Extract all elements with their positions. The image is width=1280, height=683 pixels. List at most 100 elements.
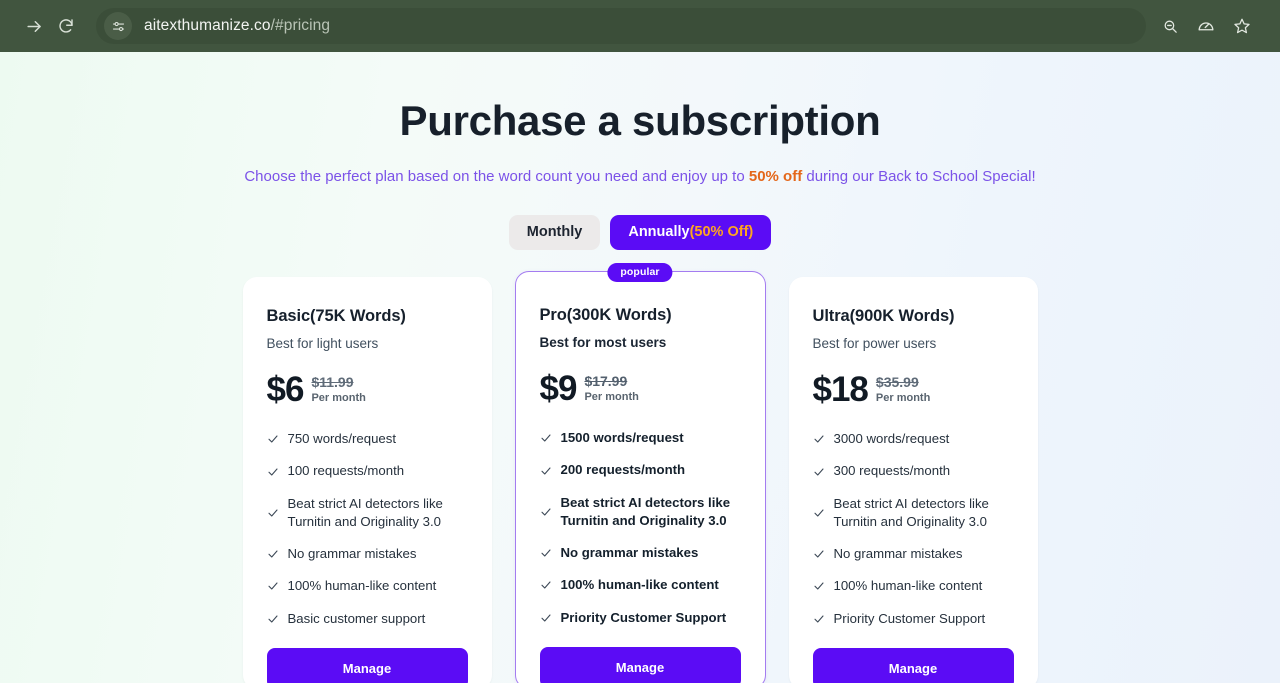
plan-period: Per month [584,391,639,404]
url-host: aitexthumanize.co [144,17,271,34]
plan-old-price: $35.99 [875,373,919,390]
billing-toggle: Monthly Annually(50% Off) [0,215,1280,250]
feature-item: No grammar mistakes [813,545,1014,563]
feature-item: Priority Customer Support [813,610,1014,628]
manage-button[interactable]: Manage [812,647,1014,683]
plan-description: Best for light users [266,336,379,351]
check-icon [267,466,279,478]
check-icon [540,432,552,444]
site-settings-icon[interactable] [104,12,132,40]
check-icon [813,613,825,625]
feature-item: 200 requests/month [540,461,741,479]
page-title: Purchase a subscription [399,97,881,144]
feature-item: 3000 words/request [813,430,1014,448]
plan-price-row: $6 $11.99 Per month [266,370,468,409]
feature-item: No grammar mistakes [267,545,468,563]
subtitle-discount: 50% off [748,168,803,185]
feature-item: 750 words/request [267,430,468,448]
plan-name: Basic(75K Words) [266,307,406,325]
feature-item: 1500 words/request [540,429,741,447]
pricing-page: Purchase a subscription Choose the perfe… [0,52,1280,683]
pricing-cards: Basic(75K Words) Best for light users $6… [0,263,1280,683]
manage-button[interactable]: Manage [266,647,468,683]
feature-item: 300 requests/month [813,462,1014,480]
feature-label: Beat strict AI detectors like Turnitin a… [560,494,731,528]
check-icon [813,580,825,592]
plan-period: Per month [875,392,931,405]
feature-item: 100% human-like content [267,577,468,595]
check-icon [540,506,552,518]
feature-item: Priority Customer Support [540,609,741,627]
billing-annually-discount: (50% Off) [689,224,754,240]
pricing-card-pro[interactable]: popular Pro(300K Words) Best for most us… [514,263,766,683]
feature-label: Priority Customer Support [833,610,986,626]
check-icon [813,433,825,445]
feature-item: 100 requests/month [267,462,468,480]
plan-features: 750 words/request 100 requests/month Bea… [267,430,468,628]
plan-name: Ultra(900K Words) [812,307,955,325]
feature-label: 100% human-like content [287,578,437,594]
feature-item: Beat strict AI detectors like Turnitin a… [813,495,1014,531]
feature-label: 100% human-like content [560,577,719,593]
check-icon [813,548,825,560]
feature-label: 1500 words/request [560,430,684,446]
feature-label: Beat strict AI detectors like Turnitin a… [833,495,989,529]
check-icon [267,580,279,592]
pricing-card-basic[interactable]: Basic(75K Words) Best for light users $6… [242,277,492,683]
performance-icon[interactable] [1190,10,1222,42]
feature-item: No grammar mistakes [540,544,741,562]
bookmark-star-icon[interactable] [1226,10,1258,42]
manage-button[interactable]: Manage [539,646,741,683]
plan-price-row: $9 $17.99 Per month [539,369,741,408]
plan-description: Best for power users [812,336,937,351]
browser-toolbar: aitexthumanize.co/#pricing [0,0,1280,52]
feature-label: No grammar mistakes [287,546,417,562]
check-icon [813,507,825,519]
feature-label: No grammar mistakes [560,545,699,561]
feature-label: 750 words/request [287,431,397,447]
url-path: /#pricing [270,17,331,34]
toolbar-actions [1154,10,1262,42]
plan-price-row: $18 $35.99 Per month [812,370,1014,409]
plan-price-meta: $11.99 Per month [311,373,366,406]
check-icon [267,548,279,560]
plan-features: 3000 words/request 300 requests/month Be… [813,430,1014,628]
plan-name: Pro(300K Words) [539,306,672,324]
address-bar[interactable]: aitexthumanize.co/#pricing [96,8,1146,44]
check-icon [540,579,552,591]
feature-item: Beat strict AI detectors like Turnitin a… [267,495,468,531]
reload-icon[interactable] [50,10,82,42]
plan-old-price: $11.99 [311,373,354,390]
zoom-out-icon[interactable] [1154,10,1186,42]
plan-price-meta: $35.99 Per month [875,373,931,406]
plan-price: $6 [266,370,305,409]
check-icon [813,466,825,478]
popular-badge: popular [607,263,673,282]
url-text: aitexthumanize.co/#pricing [144,17,330,35]
forward-arrow-icon[interactable] [18,10,50,42]
billing-annually-label: Annually [628,224,690,240]
billing-monthly-button[interactable]: Monthly [508,215,601,250]
plan-description: Best for most users [539,335,667,350]
plan-price: $9 [539,369,578,408]
page-subtitle: Choose the perfect plan based on the wor… [0,168,1280,185]
plan-old-price: $17.99 [584,372,628,389]
pricing-card-ultra[interactable]: Ultra(900K Words) Best for power users $… [788,277,1038,683]
feature-label: No grammar mistakes [833,546,963,562]
feature-item: 100% human-like content [540,576,741,594]
feature-label: Priority Customer Support [560,609,727,625]
plan-price-meta: $17.99 Per month [584,372,639,405]
check-icon [540,612,552,624]
check-icon [267,507,279,519]
plan-price: $18 [812,370,869,409]
check-icon [540,547,552,559]
feature-label: Basic customer support [287,610,426,626]
subtitle-part-1: Choose the perfect plan based on the wor… [244,168,749,185]
feature-label: 100 requests/month [287,463,405,479]
plan-period: Per month [311,392,366,405]
check-icon [540,465,552,477]
feature-item: Beat strict AI detectors like Turnitin a… [540,494,741,530]
feature-label: 100% human-like content [833,578,983,594]
check-icon [267,613,279,625]
billing-annually-button[interactable]: Annually(50% Off) [610,215,772,250]
